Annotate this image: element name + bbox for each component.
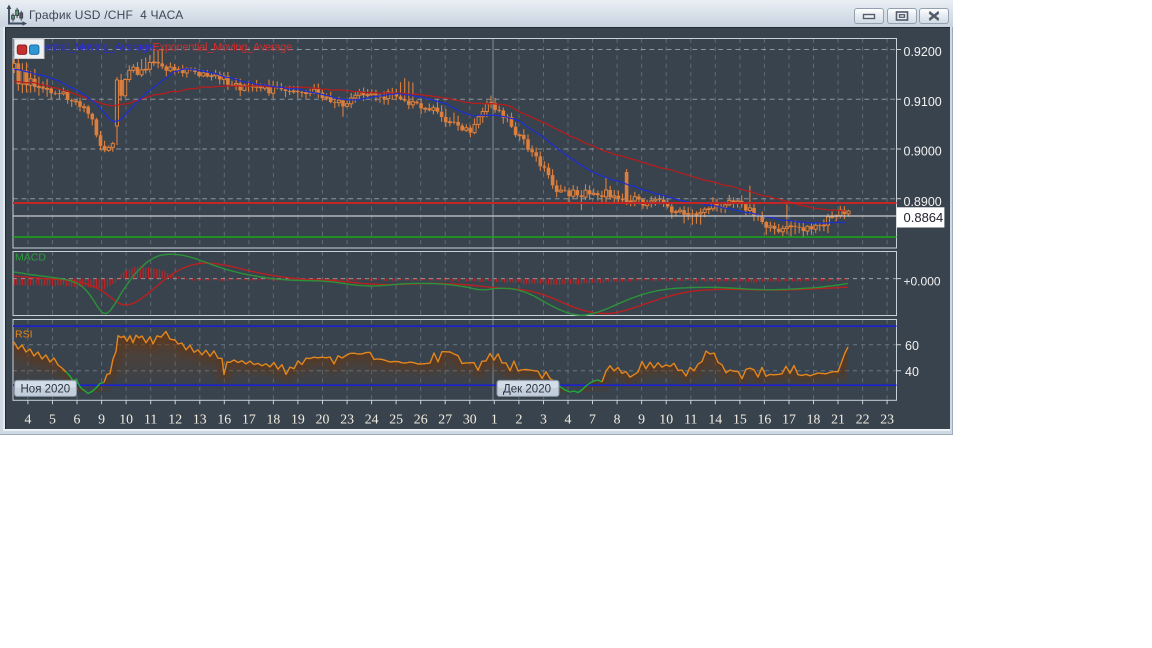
svg-text:RSI: RSI — [15, 329, 33, 341]
svg-text:4: 4 — [565, 412, 572, 427]
svg-text:18: 18 — [267, 412, 281, 427]
svg-text:ential_Moving_Average: ential_Moving_Average — [44, 42, 154, 54]
svg-text:1: 1 — [491, 412, 498, 427]
svg-text:13: 13 — [193, 412, 207, 427]
svg-text:9: 9 — [98, 412, 105, 427]
svg-text:0.9000: 0.9000 — [904, 145, 942, 159]
svg-text:17: 17 — [782, 412, 796, 427]
svg-text:30: 30 — [463, 412, 477, 427]
svg-text:11: 11 — [684, 412, 697, 427]
svg-text:18: 18 — [807, 412, 821, 427]
svg-text:12: 12 — [168, 412, 182, 427]
svg-text:0.9200: 0.9200 — [904, 45, 942, 59]
svg-text:MACD: MACD — [15, 252, 46, 264]
svg-text:Дек 2020: Дек 2020 — [503, 384, 551, 396]
svg-text:23: 23 — [340, 412, 354, 427]
svg-text:7: 7 — [589, 412, 596, 427]
svg-text:23: 23 — [880, 412, 894, 427]
svg-text:6: 6 — [74, 412, 81, 427]
svg-text:40: 40 — [905, 365, 919, 379]
svg-text:27: 27 — [438, 412, 452, 427]
svg-text:17: 17 — [242, 412, 256, 427]
svg-text:Exponential_Moving_Average: Exponential_Moving_Average — [153, 42, 293, 54]
svg-text:15: 15 — [733, 412, 747, 427]
svg-text:16: 16 — [758, 412, 772, 427]
svg-text:3: 3 — [540, 412, 547, 427]
svg-text:20: 20 — [316, 412, 330, 427]
svg-text:5: 5 — [49, 412, 56, 427]
svg-text:0.8864: 0.8864 — [904, 210, 944, 225]
svg-text:4: 4 — [24, 412, 31, 427]
svg-text:0.8900: 0.8900 — [904, 195, 942, 209]
svg-text:24: 24 — [365, 412, 379, 427]
svg-text:26: 26 — [414, 412, 428, 427]
svg-text:25: 25 — [389, 412, 403, 427]
svg-text:19: 19 — [291, 412, 305, 427]
svg-text:Ноя 2020: Ноя 2020 — [21, 384, 71, 396]
svg-text:0.9100: 0.9100 — [904, 95, 942, 109]
svg-text:14: 14 — [708, 412, 722, 427]
svg-text:9: 9 — [638, 412, 645, 427]
svg-text:10: 10 — [119, 412, 133, 427]
svg-text:22: 22 — [856, 412, 870, 427]
svg-text:60: 60 — [905, 339, 919, 353]
svg-text:11: 11 — [144, 412, 157, 427]
svg-text:8: 8 — [614, 412, 621, 427]
svg-text:10: 10 — [659, 412, 673, 427]
svg-text:16: 16 — [217, 412, 231, 427]
svg-text:+0.000: +0.000 — [904, 274, 941, 288]
svg-text:2: 2 — [515, 412, 522, 427]
svg-text:21: 21 — [831, 412, 845, 427]
